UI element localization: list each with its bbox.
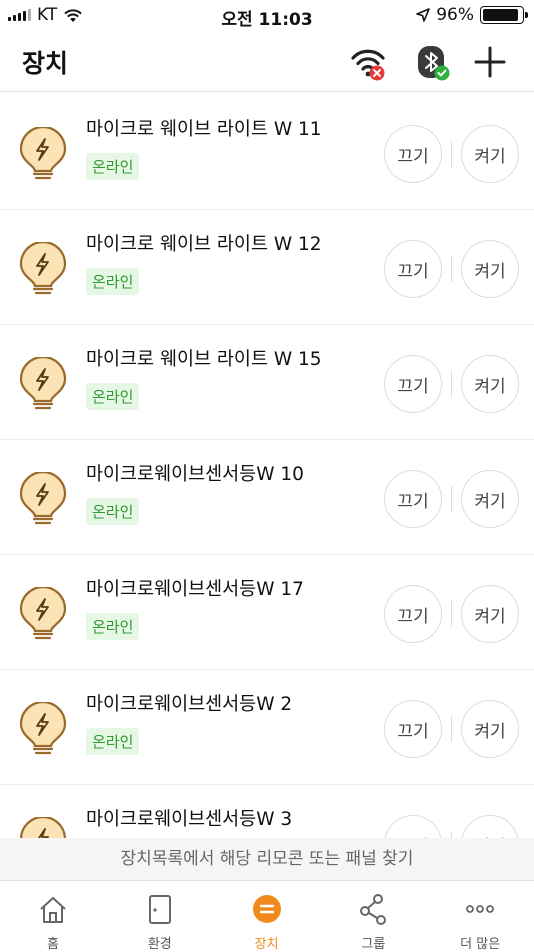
tab-bar: 홈 환경 장치 그룹 더 많은 — [0, 880, 534, 952]
turn-on-button[interactable]: 켜기 — [461, 355, 519, 413]
find-remote-hint[interactable]: 장치목록에서 해당 리모콘 또는 패널 찾기 — [0, 838, 534, 880]
status-badge: 온라인 — [86, 728, 140, 755]
tab-label: 장치 — [254, 937, 279, 952]
status-badge: 온라인 — [86, 153, 140, 180]
button-divider — [451, 256, 452, 282]
wifi-disconnected-icon[interactable] — [348, 42, 388, 82]
tab-scene[interactable]: 환경 — [107, 881, 213, 952]
status-badge: 온라인 — [86, 613, 140, 640]
device-row[interactable]: 마이크로웨이브센서등W 17 온라인 끄기 켜기 — [0, 555, 534, 670]
turn-off-button[interactable]: 끄기 — [384, 125, 442, 183]
status-badge: 온라인 — [86, 268, 140, 295]
light-bulb-icon — [19, 242, 67, 295]
light-bulb-icon — [19, 472, 67, 525]
device-name: 마이크로 웨이브 라이트 W 15 — [86, 349, 322, 370]
status-badge: 온라인 — [86, 498, 140, 525]
button-divider — [451, 831, 452, 838]
tab-label: 홈 — [47, 937, 59, 952]
add-icon[interactable] — [470, 42, 510, 82]
device-row[interactable]: 마이크로웨이브센서등W 2 온라인 끄기 켜기 — [0, 670, 534, 785]
tab-label: 환경 — [147, 937, 172, 952]
home-icon — [40, 897, 66, 923]
button-divider — [451, 486, 452, 512]
button-divider — [451, 371, 452, 397]
battery-percent: 96% — [436, 5, 474, 25]
group-icon — [360, 894, 387, 925]
tab-home[interactable]: 홈 — [0, 881, 106, 952]
more-icon — [466, 905, 495, 913]
turn-off-button[interactable]: 끄기 — [384, 240, 442, 298]
status-badge: 온라인 — [86, 383, 140, 410]
device-name: 마이크로웨이브센서등W 10 — [86, 464, 304, 485]
device-name: 마이크로웨이브센서등W 3 — [86, 809, 293, 830]
turn-on-button[interactable]: 켜기 — [461, 125, 519, 183]
light-bulb-icon — [19, 127, 67, 180]
tab-more[interactable]: 더 많은 — [427, 881, 533, 952]
button-divider — [451, 716, 452, 742]
device-name: 마이크로웨이브센서등W 17 — [86, 579, 304, 600]
app-header: 장치 — [0, 30, 534, 92]
tab-device[interactable]: 장치 — [214, 881, 320, 952]
turn-off-button[interactable]: 끄기 — [384, 700, 442, 758]
button-divider — [451, 141, 452, 167]
button-divider — [451, 601, 452, 627]
turn-off-button[interactable]: 끄기 — [384, 585, 442, 643]
device-name: 마이크로웨이브센서등W 2 — [86, 694, 293, 715]
device-name: 마이크로 웨이브 라이트 W 12 — [86, 234, 322, 255]
tab-label: 더 많은 — [460, 937, 501, 952]
device-name: 마이크로 웨이브 라이트 W 11 — [86, 119, 322, 140]
device-list[interactable]: 마이크로 웨이브 라이트 W 11 온라인 끄기 켜기 마이크로 웨이브 라이트… — [0, 95, 534, 838]
device-row[interactable]: 마이크로 웨이브 라이트 W 11 온라인 끄기 켜기 — [0, 95, 534, 210]
light-bulb-icon — [19, 702, 67, 755]
page-title: 장치 — [22, 49, 69, 78]
turn-on-button[interactable]: 켜기 — [461, 700, 519, 758]
tab-group[interactable]: 그룹 — [320, 881, 426, 952]
battery-icon — [480, 6, 528, 24]
tab-label: 그룹 — [361, 937, 386, 952]
turn-on-button[interactable]: 켜기 — [461, 470, 519, 528]
device-row[interactable]: 마이크로웨이브센서등W 3 온라인 끄기 켜기 — [0, 785, 534, 838]
light-bulb-icon — [19, 817, 67, 838]
light-bulb-icon — [19, 357, 67, 410]
device-row[interactable]: 마이크로 웨이브 라이트 W 15 온라인 끄기 켜기 — [0, 325, 534, 440]
device-row[interactable]: 마이크로 웨이브 라이트 W 12 온라인 끄기 켜기 — [0, 210, 534, 325]
scene-icon — [148, 895, 171, 924]
location-arrow-icon — [416, 8, 431, 22]
device-icon — [252, 895, 281, 923]
turn-on-button[interactable]: 켜기 — [461, 815, 519, 838]
bluetooth-connected-icon[interactable] — [413, 42, 453, 82]
turn-off-button[interactable]: 끄기 — [384, 815, 442, 838]
turn-off-button[interactable]: 끄기 — [384, 470, 442, 528]
turn-off-button[interactable]: 끄기 — [384, 355, 442, 413]
device-row[interactable]: 마이크로웨이브센서등W 10 온라인 끄기 켜기 — [0, 440, 534, 555]
status-bar: KT 오전 11:03 96% — [0, 0, 534, 30]
turn-on-button[interactable]: 켜기 — [461, 240, 519, 298]
turn-on-button[interactable]: 켜기 — [461, 585, 519, 643]
light-bulb-icon — [19, 587, 67, 640]
